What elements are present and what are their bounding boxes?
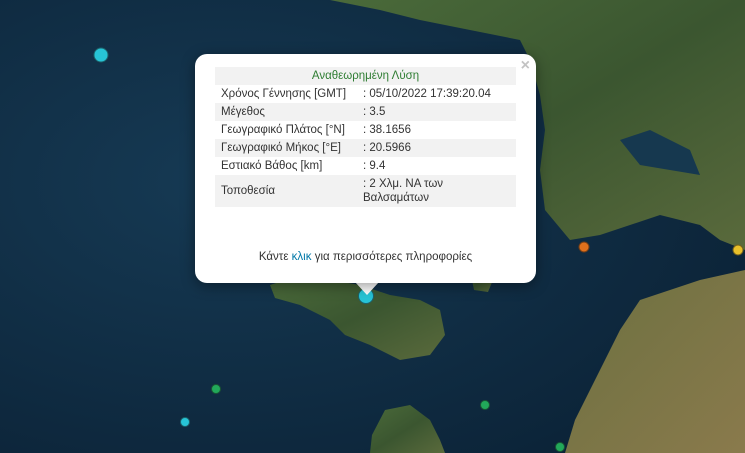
close-icon[interactable]: × xyxy=(521,57,530,75)
marker-green-3[interactable] xyxy=(555,442,565,452)
more-info-suffix: για περισσότερες πληροφορίες xyxy=(314,251,473,263)
marker-yellow[interactable] xyxy=(732,244,744,256)
longitude-label: Γεωγραφικό Μήκος [°E] xyxy=(215,139,357,157)
origin-time-value: : 05/10/2022 17:39:20.04 xyxy=(363,88,491,100)
latitude-value: : 38.1656 xyxy=(363,124,411,136)
earthquake-popup: × Αναθεωρημένη Λύση Χρόνος Γέννησης [GMT… xyxy=(195,54,536,283)
latitude-label: Γεωγραφικό Πλάτος [°N] xyxy=(221,124,345,136)
popup-title: Αναθεωρημένη Λύση xyxy=(215,67,516,85)
marker-cyan-large[interactable] xyxy=(93,47,109,63)
depth-label: Εστιακό Βάθος [km] xyxy=(221,160,323,172)
marker-green-1[interactable] xyxy=(211,384,221,394)
location-value: : 2 Χλμ. ΝΑ των Βαλσαμάτων xyxy=(357,175,516,207)
magnitude-label: Μέγεθος xyxy=(215,103,357,121)
longitude-value: : 20.5966 xyxy=(357,139,516,157)
popup-tip xyxy=(355,282,379,295)
marker-green-2[interactable] xyxy=(480,400,490,410)
more-info-link[interactable]: κλικ xyxy=(292,251,312,263)
more-info-prefix: Κάντε xyxy=(258,251,289,263)
marker-orange[interactable] xyxy=(578,241,590,253)
origin-time-label: Χρόνος Γέννησης [GMT] xyxy=(221,88,347,100)
magnitude-value: : 3.5 xyxy=(357,103,516,121)
earthquake-info-table: Αναθεωρημένη Λύση Χρόνος Γέννησης [GMT] … xyxy=(215,67,516,207)
location-label: Τοποθεσία xyxy=(215,175,357,207)
depth-value: : 9.4 xyxy=(363,160,386,172)
more-info-line: Κάντε κλικ για περισσότερες πληροφορίες xyxy=(195,251,536,263)
marker-cyan-small[interactable] xyxy=(180,417,190,427)
